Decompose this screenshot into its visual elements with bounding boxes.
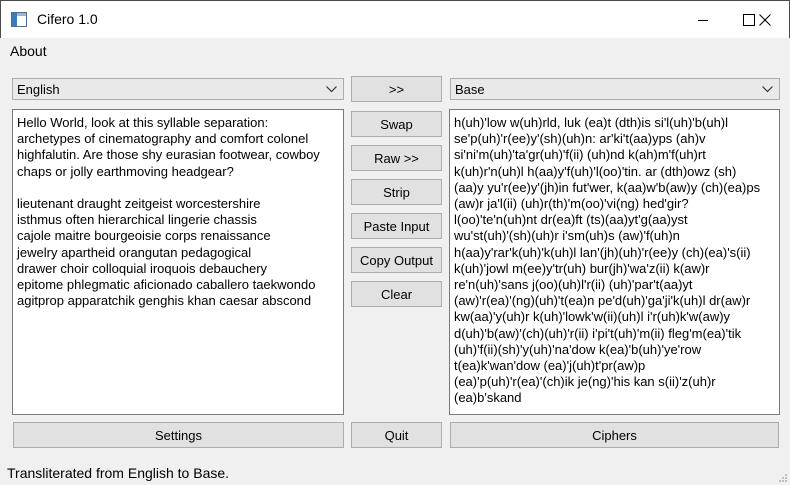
menu-bar: About <box>0 38 790 64</box>
close-button[interactable] <box>742 1 788 38</box>
minimize-button[interactable] <box>680 1 726 38</box>
swap-button[interactable]: Swap <box>351 111 442 137</box>
close-icon <box>759 13 771 26</box>
raw-button[interactable]: Raw >> <box>351 145 442 171</box>
source-language-select[interactable]: English <box>12 78 344 100</box>
title-bar: Cifero 1.0 <box>0 0 790 38</box>
status-text: Transliterated from English to Base. <box>7 465 230 481</box>
target-language-select[interactable]: Base <box>450 78 780 100</box>
transliterate-button[interactable]: >> <box>351 76 442 102</box>
menu-about[interactable]: About <box>10 43 47 59</box>
chevron-down-icon <box>762 86 773 93</box>
resize-grip-icon[interactable] <box>778 473 788 483</box>
input-textarea[interactable]: Hello World, look at this syllable separ… <box>12 109 344 415</box>
window-title: Cifero 1.0 <box>37 11 98 27</box>
paste-input-button[interactable]: Paste Input <box>351 213 442 239</box>
ciphers-button[interactable]: Ciphers <box>450 422 779 448</box>
minimize-icon <box>698 19 708 21</box>
strip-button[interactable]: Strip <box>351 179 442 205</box>
quit-button[interactable]: Quit <box>351 422 442 448</box>
copy-output-button[interactable]: Copy Output <box>351 247 442 273</box>
source-language-value: English <box>17 82 60 97</box>
clear-button[interactable]: Clear <box>351 281 442 307</box>
settings-button[interactable]: Settings <box>13 422 344 448</box>
output-textarea[interactable]: h(uh)'low w(uh)rld, luk (ea)t (dth)is si… <box>449 109 780 415</box>
chevron-down-icon <box>326 86 337 93</box>
target-language-value: Base <box>455 82 485 97</box>
window-app-icon <box>11 12 27 27</box>
